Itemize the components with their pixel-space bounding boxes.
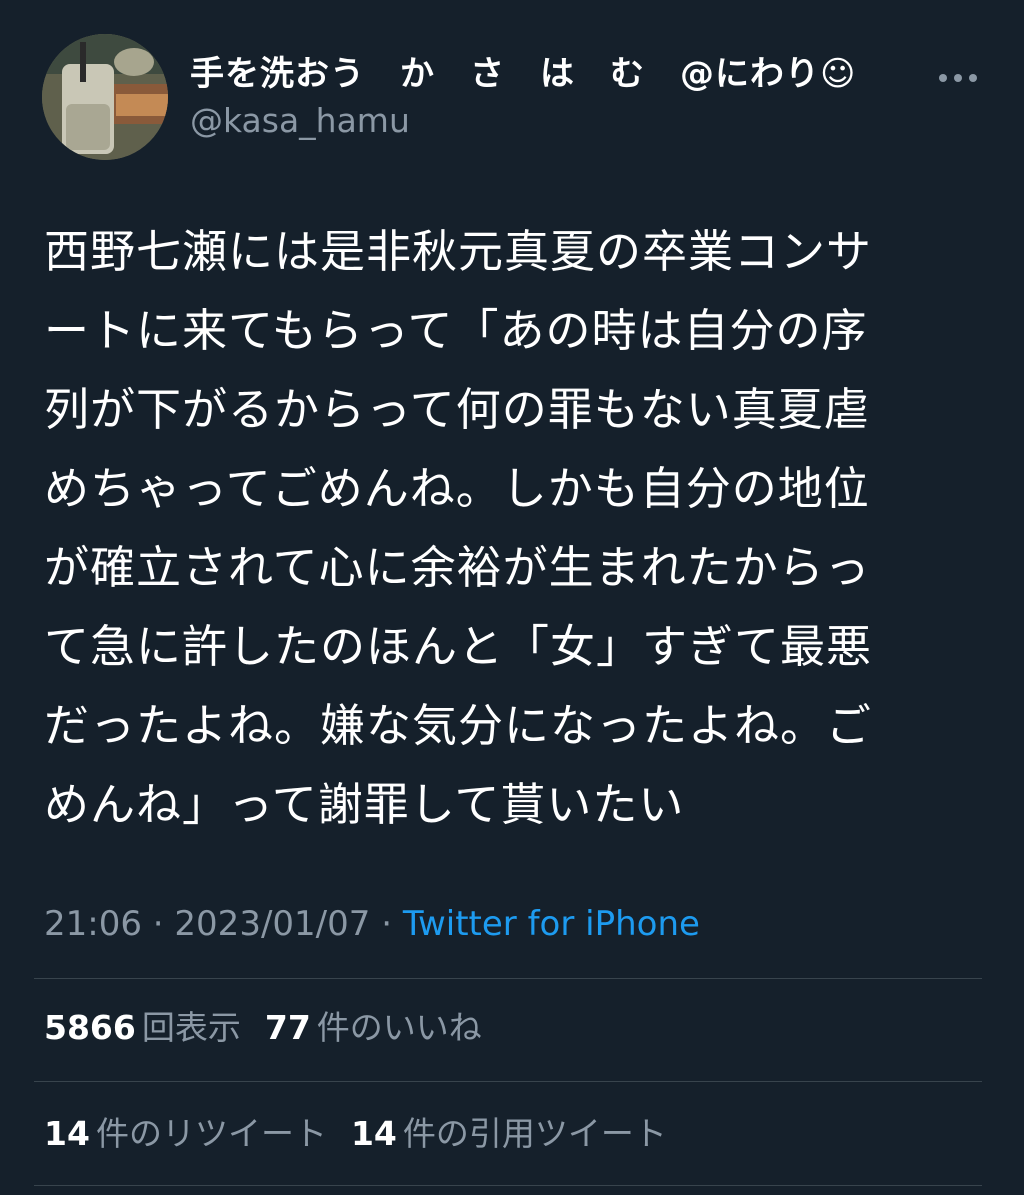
stats-row-views-likes: 5866 回表示 77 件のいいね [44, 1004, 506, 1052]
username[interactable]: @kasa_hamu [190, 100, 410, 142]
user-avatar-photo [42, 34, 168, 160]
tweet-text-line: めんね」って謝罪して貰いたい [44, 778, 685, 831]
tweet-text-line: だったよね。嫌な気分になったよね。ご [44, 699, 873, 752]
views-count: 5866 [44, 1008, 136, 1047]
ellipsis-icon [969, 74, 977, 82]
ellipsis-icon [954, 74, 962, 82]
tweet-text: 西野七瀬には是非秋元真夏の卒業コンサ ートに来てもらって「あの時は自分の序 列が… [44, 212, 984, 844]
divider [34, 1185, 982, 1186]
tweet-text-line: ートに来てもらって「あの時は自分の序 [44, 304, 868, 357]
meta-separator: · [141, 904, 175, 944]
more-options-button[interactable] [928, 58, 988, 98]
tweet-text-line: めちゃってごめんね。しかも自分の地位 [44, 462, 870, 515]
views-stat: 5866 回表示 [44, 1004, 241, 1052]
retweets-count: 14 [44, 1114, 90, 1153]
ellipsis-icon [939, 74, 947, 82]
retweets-label: 件のリツイート [95, 1114, 327, 1153]
stats-row-retweets-quotes: 14 件のリツイート 14 件の引用ツイート [44, 1110, 691, 1158]
tweet-time[interactable]: 21:06 [44, 904, 142, 944]
likes-label: 件のいいね [316, 1008, 482, 1047]
tweet-text-line: て急に許したのほんと「女」すぎて最悪 [44, 620, 873, 673]
likes-stat[interactable]: 77 件のいいね [265, 1004, 482, 1052]
tweet-text-line: が確立されて心に余裕が生まれたからっ [44, 541, 871, 594]
meta-separator: · [370, 904, 403, 944]
likes-count: 77 [264, 1008, 311, 1047]
divider [34, 978, 982, 979]
tweet-text-line: 西野七瀬には是非秋元真夏の卒業コンサ [44, 225, 873, 278]
tweet-text-line: 列が下がるからって何の罪もない真夏虐 [44, 383, 870, 436]
tweet-date[interactable]: 2023/01/07 [174, 904, 370, 944]
retweets-stat[interactable]: 14 件のリツイート [44, 1110, 327, 1158]
display-name[interactable]: 手を洗おう か さ は む @にわり☺ [190, 52, 856, 96]
quotes-label: 件の引用ツイート [402, 1114, 667, 1153]
quotes-count: 14 [350, 1114, 397, 1153]
views-label: 回表示 [141, 1008, 241, 1047]
tweet-source-link[interactable]: Twitter for iPhone [403, 904, 700, 944]
tweet-detail: 手を洗おう か さ は む @にわり☺ @kasa_hamu 西野七瀬には是非秋… [0, 0, 1024, 1195]
avatar[interactable] [42, 34, 168, 160]
quotes-stat[interactable]: 14 件の引用ツイート [351, 1110, 667, 1158]
tweet-meta: 21:06 · 2023/01/07 · Twitter for iPhone [44, 900, 700, 948]
divider [34, 1081, 982, 1082]
